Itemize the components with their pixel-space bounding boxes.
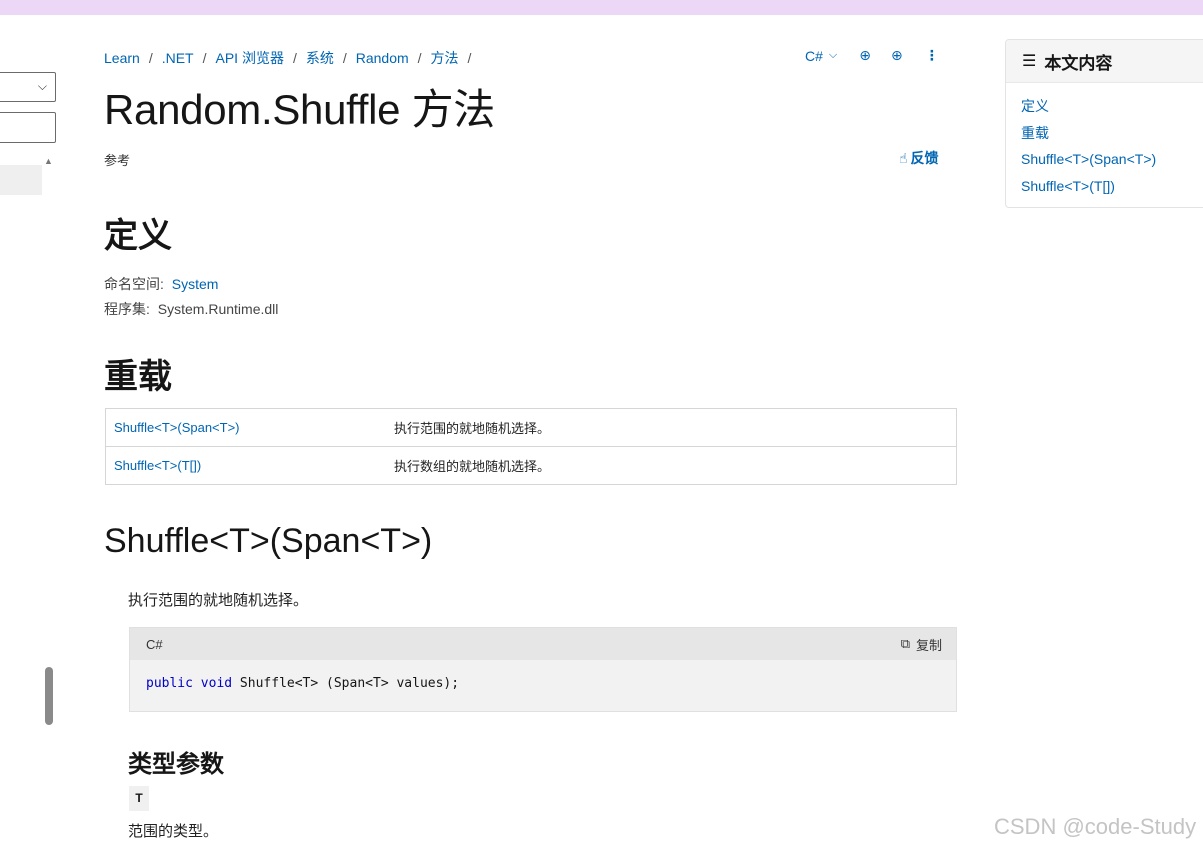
browser-top-strip [0,0,1203,15]
overload-description: 执行数组的就地随机选择。 [386,446,957,485]
assembly-value: System.Runtime.dll [157,301,279,317]
code-keyword: void [200,676,233,691]
code-text: Shuffle<T> (Span<T> values); [232,676,460,691]
assembly-row: 程序集: System.Runtime.dll [104,299,278,319]
code-keyword: public [146,676,193,691]
breadcrumb-separator: / [292,50,297,66]
breadcrumb-separator: / [342,50,347,66]
page-actions: C# ⌵ ⊕ ⊕ ⋮ [805,47,939,64]
language-label: C# [805,47,823,64]
more-options-icon[interactable]: ⋮ [925,47,939,64]
table-of-contents: ☰ 本文内容 定义 重载 Shuffle<T>(Span<T>) Shuffle… [1005,39,1203,208]
left-sidebar: ⌵ ▲ [0,15,62,847]
feedback-label: 反馈 [910,150,939,166]
toc-item[interactable]: Shuffle<T>(Span<T>) [1021,148,1203,175]
toc-item[interactable]: Shuffle<T>(T[]) [1021,175,1203,202]
globe-icon[interactable]: ⊕ [859,47,871,64]
type-params-heading: 类型参数 [128,751,224,778]
overload-description: 执行范围的就地随机选择。 [386,408,957,447]
version-select[interactable]: ⌵ [0,72,56,102]
copy-label: 复制 [915,637,942,653]
breadcrumb-separator: / [202,50,207,66]
watermark: CSDN @code-Study [994,814,1197,839]
member-heading: Shuffle<T>(Span<T>) [104,522,433,560]
filter-input[interactable] [0,112,56,143]
overload-cell: Shuffle<T>(Span<T>) [105,408,386,447]
list-icon: ☰ [1022,53,1037,70]
chevron-down-icon: ⌵ [828,49,838,61]
breadcrumb-api-browser[interactable]: API 浏览器 [215,48,283,68]
breadcrumb-random[interactable]: Random [356,50,409,66]
type-param-name: T [129,786,149,811]
breadcrumb-separator: / [467,50,472,66]
overloads-heading: 重载 [104,358,172,396]
overloads-table: Shuffle<T>(Span<T>) 执行范围的就地随机选择。 Shuffle… [105,408,957,485]
table-row: Shuffle<T>(T[]) 执行数组的就地随机选择。 [105,446,957,485]
definition-heading: 定义 [104,217,172,255]
breadcrumb-dotnet[interactable]: .NET [162,50,194,66]
breadcrumb-methods[interactable]: 方法 [431,48,459,68]
page-title: Random.Shuffle 方法 [104,86,495,133]
type-param-description: 范围的类型。 [128,823,219,840]
scroll-up-arrow-icon[interactable]: ▲ [44,156,53,166]
toc-list: 定义 重载 Shuffle<T>(Span<T>) Shuffle<T>(T[]… [1006,83,1203,201]
feedback-button[interactable]: ☝ 反馈 [899,148,939,168]
overload-link[interactable]: Shuffle<T>(Span<T>) [114,420,240,435]
sidebar-selected-item[interactable] [0,165,42,195]
toc-header: ☰ 本文内容 [1006,40,1203,83]
page-subtitle: 参考 [104,153,131,168]
member-description: 执行范围的就地随机选择。 [128,592,309,609]
code-language: C# [146,636,163,652]
toc-item[interactable]: 定义 [1021,95,1203,122]
add-circle-icon[interactable]: ⊕ [891,47,903,64]
assembly-label: 程序集: [104,301,150,317]
breadcrumb-system[interactable]: 系统 [306,48,334,68]
namespace-link[interactable]: System [172,276,219,292]
toc-item[interactable]: 重载 [1021,122,1203,149]
breadcrumb: Learn / .NET / API 浏览器 / 系统 / Random / 方… [104,48,480,68]
thumbs-up-icon: ☝ [899,149,908,166]
breadcrumb-learn[interactable]: Learn [104,50,140,66]
overload-cell: Shuffle<T>(T[]) [105,446,386,485]
copy-button[interactable]: ⧉ 复制 [901,635,942,654]
breadcrumb-separator: / [417,50,422,66]
sidebar-scrollbar-thumb[interactable] [45,667,53,725]
namespace-row: 命名空间: System [104,274,218,294]
code-header: C# ⧉ 复制 [130,628,956,660]
breadcrumb-separator: / [148,50,153,66]
table-row: Shuffle<T>(Span<T>) 执行范围的就地随机选择。 [105,408,957,447]
copy-icon: ⧉ [900,636,910,651]
overload-link[interactable]: Shuffle<T>(T[]) [114,458,201,473]
namespace-label: 命名空间: [104,276,164,292]
code-body: public void Shuffle<T> (Span<T> values); [130,660,956,707]
language-selector[interactable]: C# ⌵ [805,48,837,64]
toc-title: 本文内容 [1044,53,1113,73]
chevron-down-icon: ⌵ [37,79,47,93]
code-block: C# ⧉ 复制 public void Shuffle<T> (Span<T> … [129,627,957,712]
